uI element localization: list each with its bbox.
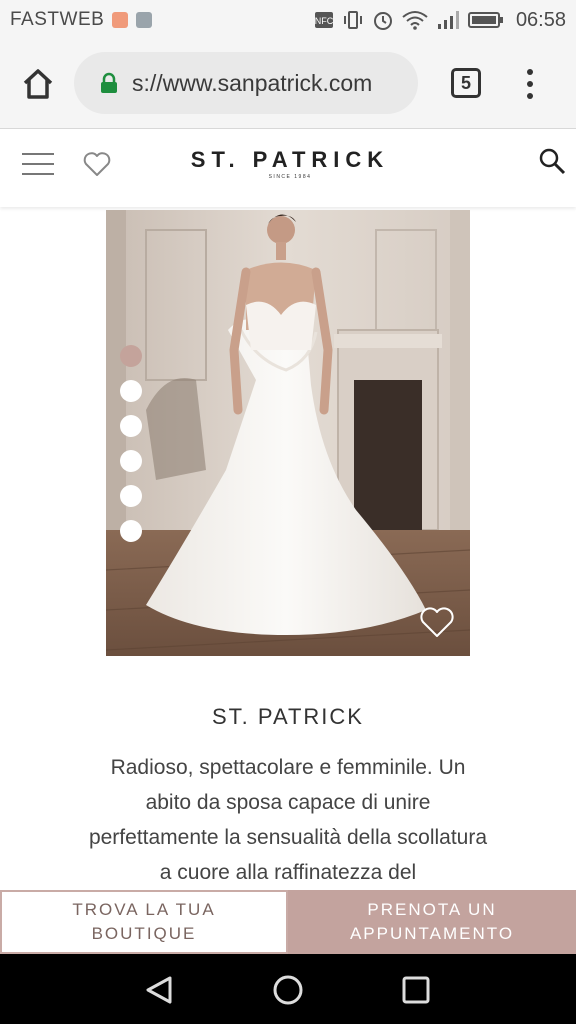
carousel-dot-2[interactable] [120,380,142,402]
heart-icon[interactable] [82,149,112,179]
product-image[interactable] [106,210,470,656]
hamburger-icon[interactable] [22,153,54,179]
recents-icon[interactable] [402,976,430,1004]
favorite-heart-icon[interactable] [418,604,456,640]
carousel-dot-3[interactable] [120,415,142,437]
vibrate-icon [343,11,362,29]
wifi-icon [402,11,428,30]
alarm-icon [373,12,392,30]
find-boutique-label: TROVA LA TUA BOUTIQUE [72,900,216,943]
product-description: Radioso, spettacolare e femminile. Un ab… [88,756,488,884]
browser-toolbar: s://www.sanpatrick.com 5 [0,40,576,129]
signal-icon [437,11,459,29]
carousel-dot-4[interactable] [120,450,142,472]
book-appointment-label: PRENOTA UN APPUNTAMENTO [349,900,515,943]
address-bar[interactable]: s://www.sanpatrick.com [74,52,418,114]
search-icon[interactable] [538,147,566,175]
wedding-dress-photo [106,210,470,656]
find-boutique-button[interactable]: TROVA LA TUA BOUTIQUE [0,890,288,954]
cta-bar: TROVA LA TUA BOUTIQUE PRENOTA UN APPUNTA… [0,890,576,954]
notification-app-icon [112,12,129,28]
carousel-dot-5[interactable] [120,485,142,507]
url-text[interactable]: s://www.sanpatrick.com [132,70,372,97]
carousel-dot-1[interactable] [120,345,142,367]
carrier-name: FASTWEB [10,9,105,30]
carousel-dot-6[interactable] [120,520,142,542]
battery-icon [467,12,503,28]
status-bar: FASTWEB NFC 06:58 [0,0,576,40]
site-header: ST. PATRICK SINCE 1984 [0,129,576,207]
more-vert-icon[interactable] [520,66,540,102]
site-logo[interactable]: ST. PATRICK SINCE 1984 [160,147,420,180]
lock-icon [101,72,117,93]
system-nav-bar [0,954,576,1024]
tab-switcher-button[interactable]: 5 [451,68,481,98]
image-icon [136,12,153,28]
clock: 06:58 [515,8,566,31]
nfc-icon: NFC [315,12,334,28]
logo-tagline: SINCE 1984 [268,174,312,180]
book-appointment-button[interactable]: PRENOTA UN APPUNTAMENTO [288,890,576,954]
home-icon[interactable] [18,64,58,104]
back-icon[interactable] [144,974,176,1006]
home-circle-icon[interactable] [272,974,304,1006]
product-brand-title: ST. PATRICK [212,704,364,729]
svg-text:NFC: NFC [315,16,334,26]
logo-wordmark: ST. PATRICK [190,147,390,172]
